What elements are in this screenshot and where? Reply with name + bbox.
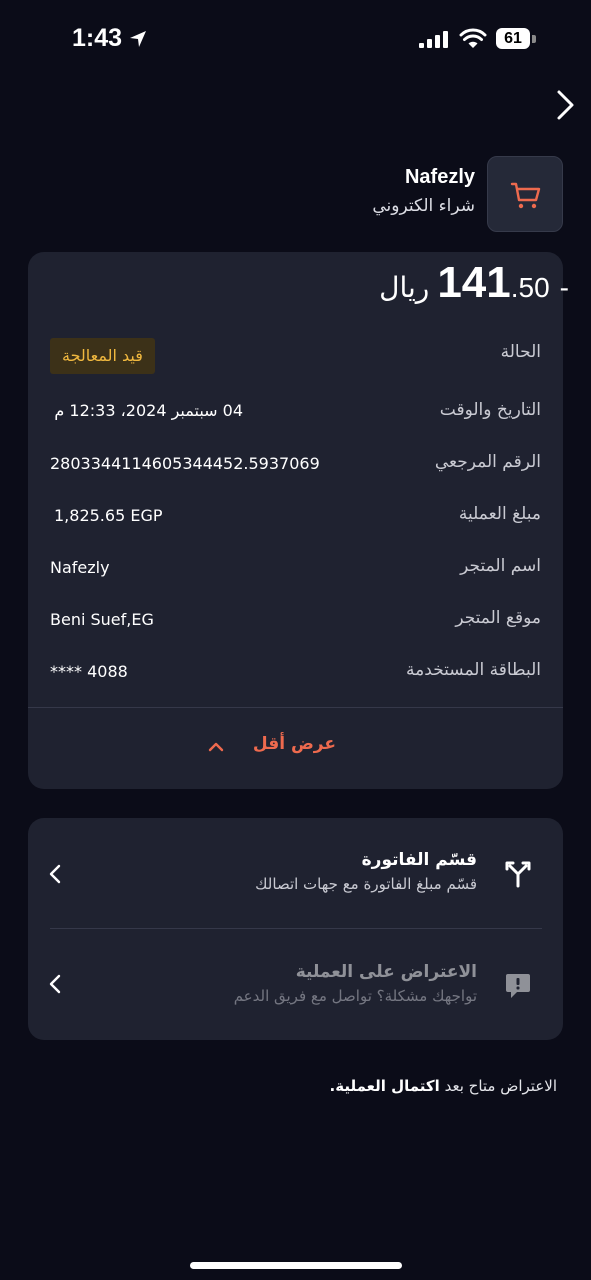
chevron-up-icon — [208, 742, 224, 752]
divider — [50, 928, 542, 929]
status-badge: قيد المعالجة — [50, 338, 155, 374]
status-label: الحالة — [500, 342, 541, 362]
dispute-availability-note: الاعتراض متاح بعد اكتمال العملية. — [330, 1077, 557, 1095]
amount-fraction: .50 — [510, 272, 550, 303]
merchant-name: Nafezly — [404, 166, 475, 188]
chevron-left-icon — [49, 974, 61, 994]
merchant-name-label: اسم المتجر — [460, 556, 541, 576]
battery-indicator: 61 — [496, 28, 530, 49]
merchant-name-value: Nafezly — [50, 558, 110, 577]
divider — [28, 707, 563, 708]
merchant-location-label: موقع المتجر — [455, 608, 541, 628]
show-less-button[interactable]: عرض أقل — [200, 730, 400, 762]
merchant-location-value: Beni Suef,EG — [50, 610, 154, 629]
home-indicator[interactable] — [190, 1262, 402, 1269]
amount-currency: ريال — [379, 271, 430, 304]
transaction-amount-label: مبلغ العملية — [458, 504, 541, 524]
chevron-left-icon — [49, 864, 61, 884]
location-arrow-icon — [130, 31, 146, 47]
status-bar: 1:43 61 — [0, 0, 591, 80]
card-used-value: **** 4088 — [50, 662, 128, 681]
reference-label: الرقم المرجعي — [434, 452, 541, 472]
footnote-text: الاعتراض متاح بعد — [444, 1077, 557, 1095]
wifi-icon — [459, 28, 487, 48]
split-icon — [505, 861, 531, 888]
datetime-label: التاريخ والوقت — [439, 400, 541, 420]
amount-sign: - — [559, 272, 569, 303]
transaction-amount-value: 1,825.65 EGP — [54, 506, 163, 525]
amount-integer: 141 — [437, 258, 511, 307]
merchant-icon-box — [487, 156, 563, 232]
reference-value: 2803344114605344452.5937069 — [50, 454, 320, 473]
transaction-amount: ريال 141 .50 - — [379, 258, 569, 308]
dispute-title: الاعتراض على العملية — [295, 962, 477, 982]
split-bill-subtitle: قسّم مبلغ الفاتورة مع جهات اتصالك — [255, 875, 477, 893]
split-bill-title: قسّم الفاتورة — [361, 850, 477, 870]
dispute-row[interactable]: الاعتراض على العملية تواجهك مشكلة؟ تواصل… — [28, 932, 563, 1036]
datetime-value: 04 سبتمبر 2024، 12:33 م — [54, 401, 243, 420]
footnote-bold: اكتمال العملية. — [329, 1077, 440, 1095]
card-used-label: البطاقة المستخدمة — [406, 660, 541, 680]
cellular-signal-icon — [419, 31, 448, 48]
split-bill-row[interactable]: قسّم الفاتورة قسّم مبلغ الفاتورة مع جهات… — [28, 822, 563, 926]
dispute-subtitle: تواجهك مشكلة؟ تواصل مع فريق الدعم — [233, 987, 477, 1005]
chevron-right-icon[interactable] — [554, 88, 578, 122]
status-time: 1:43 — [72, 24, 123, 52]
cart-icon — [510, 182, 541, 209]
battery-tip — [532, 35, 536, 43]
show-less-label: عرض أقل — [252, 734, 336, 754]
merchant-type: شراء الكتروني — [372, 196, 475, 216]
report-message-icon — [506, 974, 530, 998]
